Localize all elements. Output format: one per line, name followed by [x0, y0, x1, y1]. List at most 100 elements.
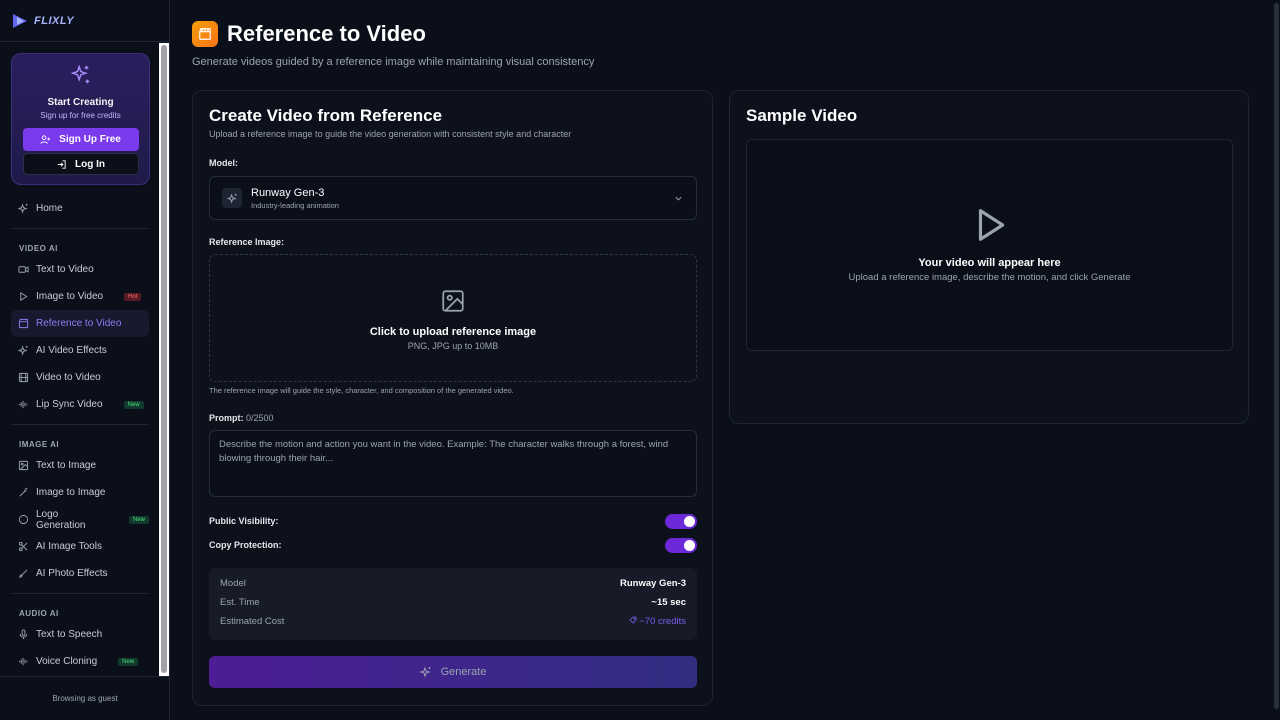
sign-up-label: Sign Up Free: [59, 134, 121, 145]
log-in-label: Log In: [75, 158, 105, 170]
sidebar-scrollbar-thumb[interactable]: [161, 45, 167, 673]
summary-row-cost: Estimated Cost ~70 credits: [220, 612, 686, 631]
sidebar-item-label: Video to Video: [36, 372, 101, 383]
sidebar-item-home[interactable]: Home: [11, 195, 149, 222]
sidebar-item-text-to-speech[interactable]: Text to Speech: [11, 621, 149, 648]
sidebar-item-text-to-image[interactable]: Text to Image: [11, 452, 149, 479]
page-header: Reference to Video Generate videos guide…: [192, 21, 594, 68]
sidebar-item-image-to-video[interactable]: Image to Video Hot: [11, 283, 149, 310]
sidebar-item-label: Text to Speech: [36, 629, 103, 640]
card-title: Sample Video: [746, 106, 858, 125]
new-badge: New: [118, 657, 139, 666]
wand-icon: [19, 487, 28, 497]
film-icon: [18, 372, 29, 383]
guest-status: Browsing as guest: [0, 676, 170, 720]
play-icon: [978, 209, 1004, 241]
play-icon: [20, 292, 28, 301]
nav-section-title: VIDEO AI: [19, 243, 58, 253]
divider: [11, 593, 149, 594]
upload-subtitle: PNG, JPG up to 10MB: [407, 341, 499, 351]
sidebar-item-text-to-video[interactable]: Text to Video: [11, 256, 149, 283]
summary-row-time: Est. Time ~15 sec: [220, 593, 686, 612]
sidebar-item-reference-to-video[interactable]: Reference to Video: [11, 310, 149, 337]
public-visibility-toggle[interactable]: [665, 513, 697, 529]
card-subtitle: Upload a reference image to guide the vi…: [209, 129, 572, 139]
sign-up-button[interactable]: Sign Up Free: [22, 128, 139, 151]
main-content: Reference to Video Generate videos guide…: [171, 0, 1280, 720]
sidebar-scrollbar[interactable]: [159, 43, 169, 676]
sidebar-item-ai-photo-effects[interactable]: AI Photo Effects: [11, 560, 149, 587]
summary-value: ~15 sec: [651, 597, 686, 608]
brand-logo[interactable]: FLIXLY: [0, 0, 169, 42]
hot-badge: Hot: [124, 292, 142, 301]
summary-row-model: Model Runway Gen-3: [220, 574, 686, 593]
copy-protection-toggle[interactable]: [665, 537, 697, 553]
model-description: Industry-leading animation: [251, 200, 339, 210]
sidebar-item-label: Reference to Video: [36, 318, 122, 329]
scissors-icon: [18, 541, 28, 552]
sidebar-item-label: Text to Video: [36, 264, 94, 275]
model-label: Model:: [209, 158, 238, 168]
reference-image-upload[interactable]: Click to upload reference image PNG, JPG…: [209, 254, 697, 382]
create-video-card: Create Video from Reference Upload a ref…: [192, 90, 713, 706]
generate-label: Generate: [440, 666, 487, 678]
credits-value: ~70 credits: [629, 616, 686, 627]
generation-summary: Model Runway Gen-3 Est. Time ~15 sec Est…: [209, 568, 697, 640]
sidebar-item-label: Image to Image: [36, 487, 106, 498]
sidebar-item-label: Home: [36, 203, 63, 214]
divider: [11, 424, 149, 425]
circle-icon: [18, 514, 29, 525]
brand-name: FLIXLY: [34, 14, 75, 27]
sidebar-item-ai-image-tools[interactable]: AI Image Tools: [11, 533, 149, 560]
main-scrollbar[interactable]: [1272, 0, 1280, 720]
sidebar-item-label: Lip Sync Video: [36, 399, 103, 410]
page-subtitle: Generate videos guided by a reference im…: [192, 56, 595, 68]
sparkles-icon: [222, 188, 242, 208]
model-select[interactable]: Runway Gen-3 Industry-leading animation: [209, 176, 697, 220]
sidebar-item-logo-generation[interactable]: Logo Generation New: [11, 506, 149, 533]
new-badge: New: [128, 515, 149, 524]
sidebar-item-label: Image to Video: [36, 291, 104, 302]
promo-subtitle: Sign up for free credits: [40, 111, 121, 120]
sidebar: FLIXLY Start Creating Sign up for free c…: [0, 0, 170, 720]
sidebar-item-label: AI Image Tools: [36, 541, 102, 552]
main-scrollbar-thumb[interactable]: [1274, 3, 1279, 709]
sidebar-item-label: Voice Cloning: [36, 656, 98, 667]
clapperboard-icon: [192, 21, 218, 47]
sidebar-item-video-to-video[interactable]: Video to Video: [11, 364, 149, 391]
copy-protection-label: Copy Protection:: [209, 540, 282, 550]
sidebar-item-lip-sync-video[interactable]: Lip Sync Video New: [11, 391, 149, 418]
copy-protection-row: Copy Protection:: [209, 537, 697, 553]
sparkles-icon: [419, 666, 431, 678]
upload-hint: The reference image will guide the style…: [209, 386, 514, 395]
generate-button[interactable]: Generate: [209, 656, 697, 688]
summary-value: Runway Gen-3: [620, 578, 686, 589]
sidebar-item-label: Logo Generation: [36, 508, 86, 531]
logo-icon: [13, 13, 27, 28]
video-camera-icon: [18, 266, 29, 273]
sidebar-item-image-to-image[interactable]: Image to Image: [11, 479, 149, 506]
microphone-icon: [19, 629, 28, 640]
user-plus-icon: [40, 135, 51, 144]
sidebar-item-voice-cloning[interactable]: Voice Cloning New: [11, 648, 149, 675]
tag-icon: [629, 616, 637, 624]
new-badge: New: [123, 400, 144, 409]
upload-title: Click to upload reference image: [369, 326, 537, 338]
sparkles-icon: [70, 64, 89, 84]
nav-section-title: IMAGE AI: [19, 439, 60, 449]
sidebar-item-label: AI Video Effects: [36, 345, 107, 356]
sidebar-item-label: Text to Image: [36, 460, 97, 471]
prompt-input[interactable]: Describe the motion and action you want …: [209, 430, 697, 497]
estimated-cost: ~70 credits: [639, 616, 686, 627]
promo-card: Start Creating Sign up for free credits …: [11, 53, 150, 185]
log-in-button[interactable]: Log In: [22, 153, 139, 175]
sparkles-icon: [18, 203, 28, 214]
sparkles-icon: [18, 345, 28, 356]
public-visibility-row: Public Visibility:: [209, 513, 697, 529]
sidebar-scroll-area: Start Creating Sign up for free credits …: [0, 43, 160, 675]
brush-icon: [19, 569, 28, 578]
promo-title: Start Creating: [47, 97, 114, 108]
video-placeholder-title: Your video will appear here: [918, 257, 1061, 269]
sidebar-item-ai-video-effects[interactable]: AI Video Effects: [11, 337, 149, 364]
sample-video-card: Sample Video Your video will appear here…: [729, 90, 1249, 424]
